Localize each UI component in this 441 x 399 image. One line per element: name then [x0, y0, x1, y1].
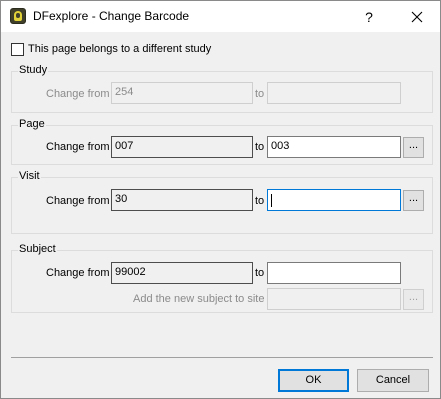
- page-group-title: Page: [18, 118, 46, 130]
- visit-browse-button[interactable]: ...: [403, 190, 424, 211]
- title-bar: DFexplore - Change Barcode ?: [1, 1, 440, 32]
- study-change-from-label: Change from: [46, 88, 110, 100]
- subject-to-label: to: [255, 267, 265, 279]
- window-title: DFexplore - Change Barcode: [33, 9, 190, 23]
- ok-button[interactable]: OK: [278, 369, 349, 392]
- change-barcode-dialog: DFexplore - Change Barcode ? This page b…: [0, 0, 441, 399]
- different-study-checkbox-row[interactable]: This page belongs to a different study: [11, 42, 211, 56]
- cancel-button[interactable]: Cancel: [357, 369, 429, 392]
- subject-to-field[interactable]: [267, 262, 401, 284]
- add-site-label: Add the new subject to site: [133, 293, 265, 305]
- visit-change-from-label: Change from: [46, 195, 110, 207]
- page-group: Page Change from 007 to 003 ...: [11, 118, 433, 165]
- button-separator: [11, 357, 433, 358]
- close-button[interactable]: [394, 1, 440, 32]
- study-to-label: to: [255, 88, 265, 100]
- help-button[interactable]: ?: [346, 1, 392, 32]
- different-study-label: This page belongs to a different study: [28, 43, 212, 55]
- page-to-field[interactable]: 003: [267, 136, 401, 158]
- study-to-field[interactable]: [267, 82, 401, 104]
- study-from-field: 254: [111, 82, 253, 104]
- subject-from-field: 99002: [111, 262, 253, 284]
- visit-group-title: Visit: [18, 170, 41, 182]
- subject-group: Subject Change from 99002 to Add the new…: [11, 243, 433, 313]
- help-icon: ?: [365, 8, 373, 25]
- subject-change-from-label: Change from: [46, 267, 110, 279]
- subject-group-title: Subject: [18, 243, 57, 255]
- study-group-title: Study: [18, 64, 49, 76]
- site-field: [267, 288, 401, 310]
- close-icon: [411, 11, 423, 22]
- page-from-field: 007: [111, 136, 253, 158]
- text-caret: [271, 194, 272, 207]
- visit-to-label: to: [255, 195, 265, 207]
- dfexplore-app-icon: [10, 8, 26, 24]
- different-study-checkbox[interactable]: [11, 42, 24, 56]
- page-to-label: to: [255, 141, 265, 153]
- visit-to-field[interactable]: [267, 189, 401, 211]
- page-change-from-label: Change from: [46, 141, 110, 153]
- visit-group: Visit Change from 30 to ...: [11, 170, 433, 234]
- site-browse-button: ...: [403, 289, 424, 310]
- study-group: Study Change from 254 to: [11, 64, 433, 113]
- visit-from-field: 30: [111, 189, 253, 211]
- page-browse-button[interactable]: ...: [403, 137, 424, 158]
